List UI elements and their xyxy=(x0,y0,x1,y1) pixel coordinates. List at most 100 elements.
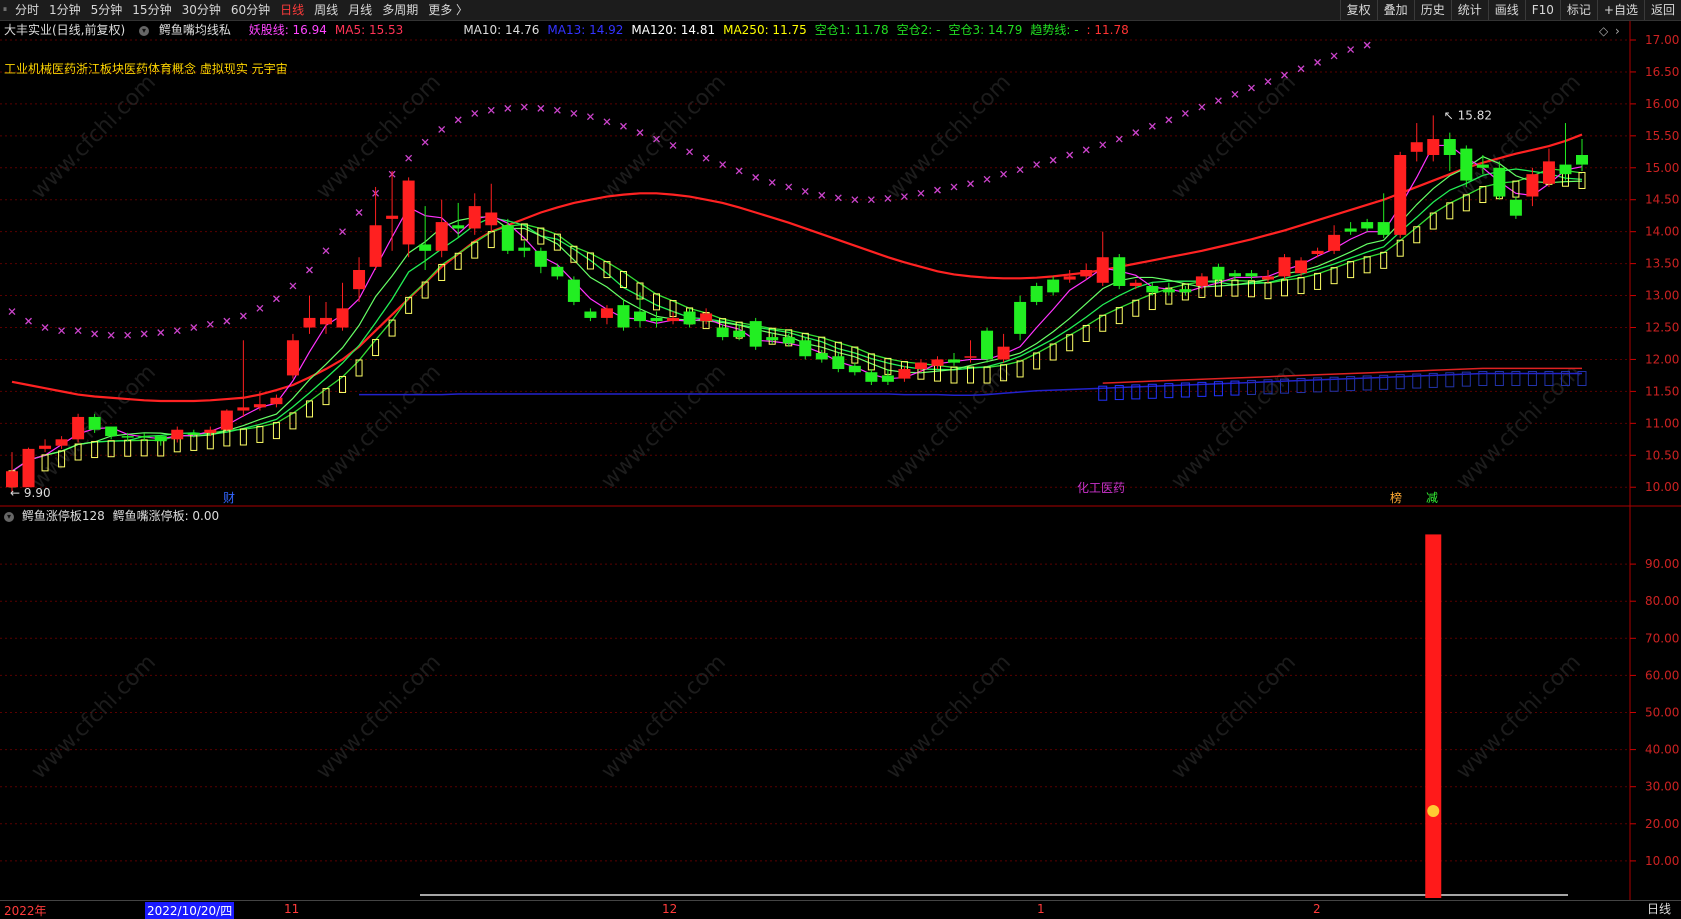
candle-body xyxy=(1361,222,1374,229)
candle-body xyxy=(1080,270,1093,277)
cross-marker xyxy=(405,154,413,162)
candle xyxy=(898,365,911,382)
candle xyxy=(551,263,564,280)
lower-tick-label: 60.00 xyxy=(1645,668,1679,682)
candle-body xyxy=(303,317,316,328)
cross-marker xyxy=(1314,58,1322,66)
candle xyxy=(1030,282,1043,306)
candle xyxy=(881,369,894,385)
candle xyxy=(336,282,349,331)
cross-marker xyxy=(41,324,49,331)
cross-marker xyxy=(636,129,644,137)
candle xyxy=(865,369,878,385)
candle xyxy=(716,324,729,341)
cross-marker xyxy=(289,282,297,290)
candle xyxy=(1427,115,1440,162)
cross-marker xyxy=(818,191,826,199)
cross-marker xyxy=(686,148,694,156)
candle-body xyxy=(1344,228,1357,232)
candle-body xyxy=(353,270,366,290)
candle xyxy=(634,292,646,328)
candle xyxy=(154,434,167,446)
month-label-11: 11 xyxy=(284,902,300,916)
candle xyxy=(700,308,713,325)
dropdown-circle-icon[interactable]: ▾ xyxy=(4,511,14,522)
candle-body xyxy=(700,313,713,322)
candle xyxy=(1113,254,1126,290)
price-tick-label: 16.00 xyxy=(1645,97,1679,111)
candle-body xyxy=(1228,273,1241,277)
cross-marker xyxy=(206,320,214,328)
candle-body xyxy=(832,356,845,370)
candle-body xyxy=(402,180,415,245)
price-chart[interactable]: 17.00 16.50 16.00 15.50 15.00 14.50 14.00 13.50… xyxy=(0,0,1681,918)
candle-body xyxy=(749,321,762,347)
candle xyxy=(1559,123,1572,181)
candle xyxy=(171,426,184,443)
candle-body xyxy=(848,365,861,373)
candle-body xyxy=(171,429,184,440)
candle-body xyxy=(501,225,514,251)
candle xyxy=(1394,151,1407,239)
candle-body xyxy=(997,346,1010,360)
candle xyxy=(1311,247,1324,258)
candle xyxy=(799,337,812,360)
cross-marker xyxy=(438,125,446,133)
candle xyxy=(749,317,762,350)
candle xyxy=(435,199,448,258)
watermark-text: www.cfchi.com xyxy=(597,70,731,204)
candle-body xyxy=(72,416,85,440)
candle-body xyxy=(386,215,399,219)
candle xyxy=(485,183,498,232)
candle-body xyxy=(1460,148,1473,181)
candle xyxy=(584,308,597,322)
price-tick-label: 14.00 xyxy=(1645,225,1679,239)
candle-body xyxy=(1179,289,1192,293)
cross-marker xyxy=(785,183,793,191)
candle xyxy=(1328,225,1341,255)
lower-panel-title[interactable]: 鳄鱼涨停板128 xyxy=(22,509,105,523)
candle xyxy=(402,177,415,258)
cross-marker xyxy=(1099,141,1107,149)
candle-body xyxy=(964,356,977,358)
candle xyxy=(286,333,299,379)
cross-marker xyxy=(1082,146,1090,154)
candle-body xyxy=(931,359,944,366)
cross-marker xyxy=(1049,156,1057,164)
candle-body xyxy=(782,337,795,344)
high-price-label: ↖ 15.82 xyxy=(1444,108,1492,122)
cross-marker xyxy=(917,189,925,197)
trend-block xyxy=(851,346,859,364)
cross-marker xyxy=(1198,103,1206,111)
cross-marker xyxy=(1214,97,1222,105)
coin-icon xyxy=(1427,805,1440,817)
candle xyxy=(320,301,332,334)
candle xyxy=(1361,218,1374,232)
cross-marker xyxy=(1363,41,1371,49)
trend-block xyxy=(1132,299,1140,317)
candle xyxy=(1245,270,1258,280)
candle-body xyxy=(551,266,564,277)
candle-body xyxy=(1047,279,1060,293)
candle-body xyxy=(88,416,101,430)
candle xyxy=(1063,270,1076,283)
cross-marker xyxy=(983,175,991,183)
lower-tick-label: 20.00 xyxy=(1645,817,1679,831)
candle-body xyxy=(567,279,580,302)
cross-marker xyxy=(272,295,280,303)
watermark-text: www.cfchi.com xyxy=(597,360,731,494)
candle-body xyxy=(1443,139,1456,155)
price-tick-label: 12.00 xyxy=(1645,352,1679,366)
trend-block xyxy=(1363,256,1371,274)
cross-marker xyxy=(157,329,165,337)
candle-body xyxy=(865,372,878,382)
candle-body xyxy=(799,340,812,357)
month-label-2: 2 xyxy=(1313,902,1321,916)
cross-marker xyxy=(1115,135,1123,143)
candle-body xyxy=(485,212,498,226)
cross-marker xyxy=(1181,110,1189,117)
watermark-text: www.cfchi.com xyxy=(27,70,161,204)
lower-tick-label: 10.00 xyxy=(1645,854,1679,868)
candle-body xyxy=(617,305,630,328)
lower-panel-header: ▾ 鳄鱼涨停板128 鳄鱼嘴涨停板: 0.00 xyxy=(0,507,219,525)
